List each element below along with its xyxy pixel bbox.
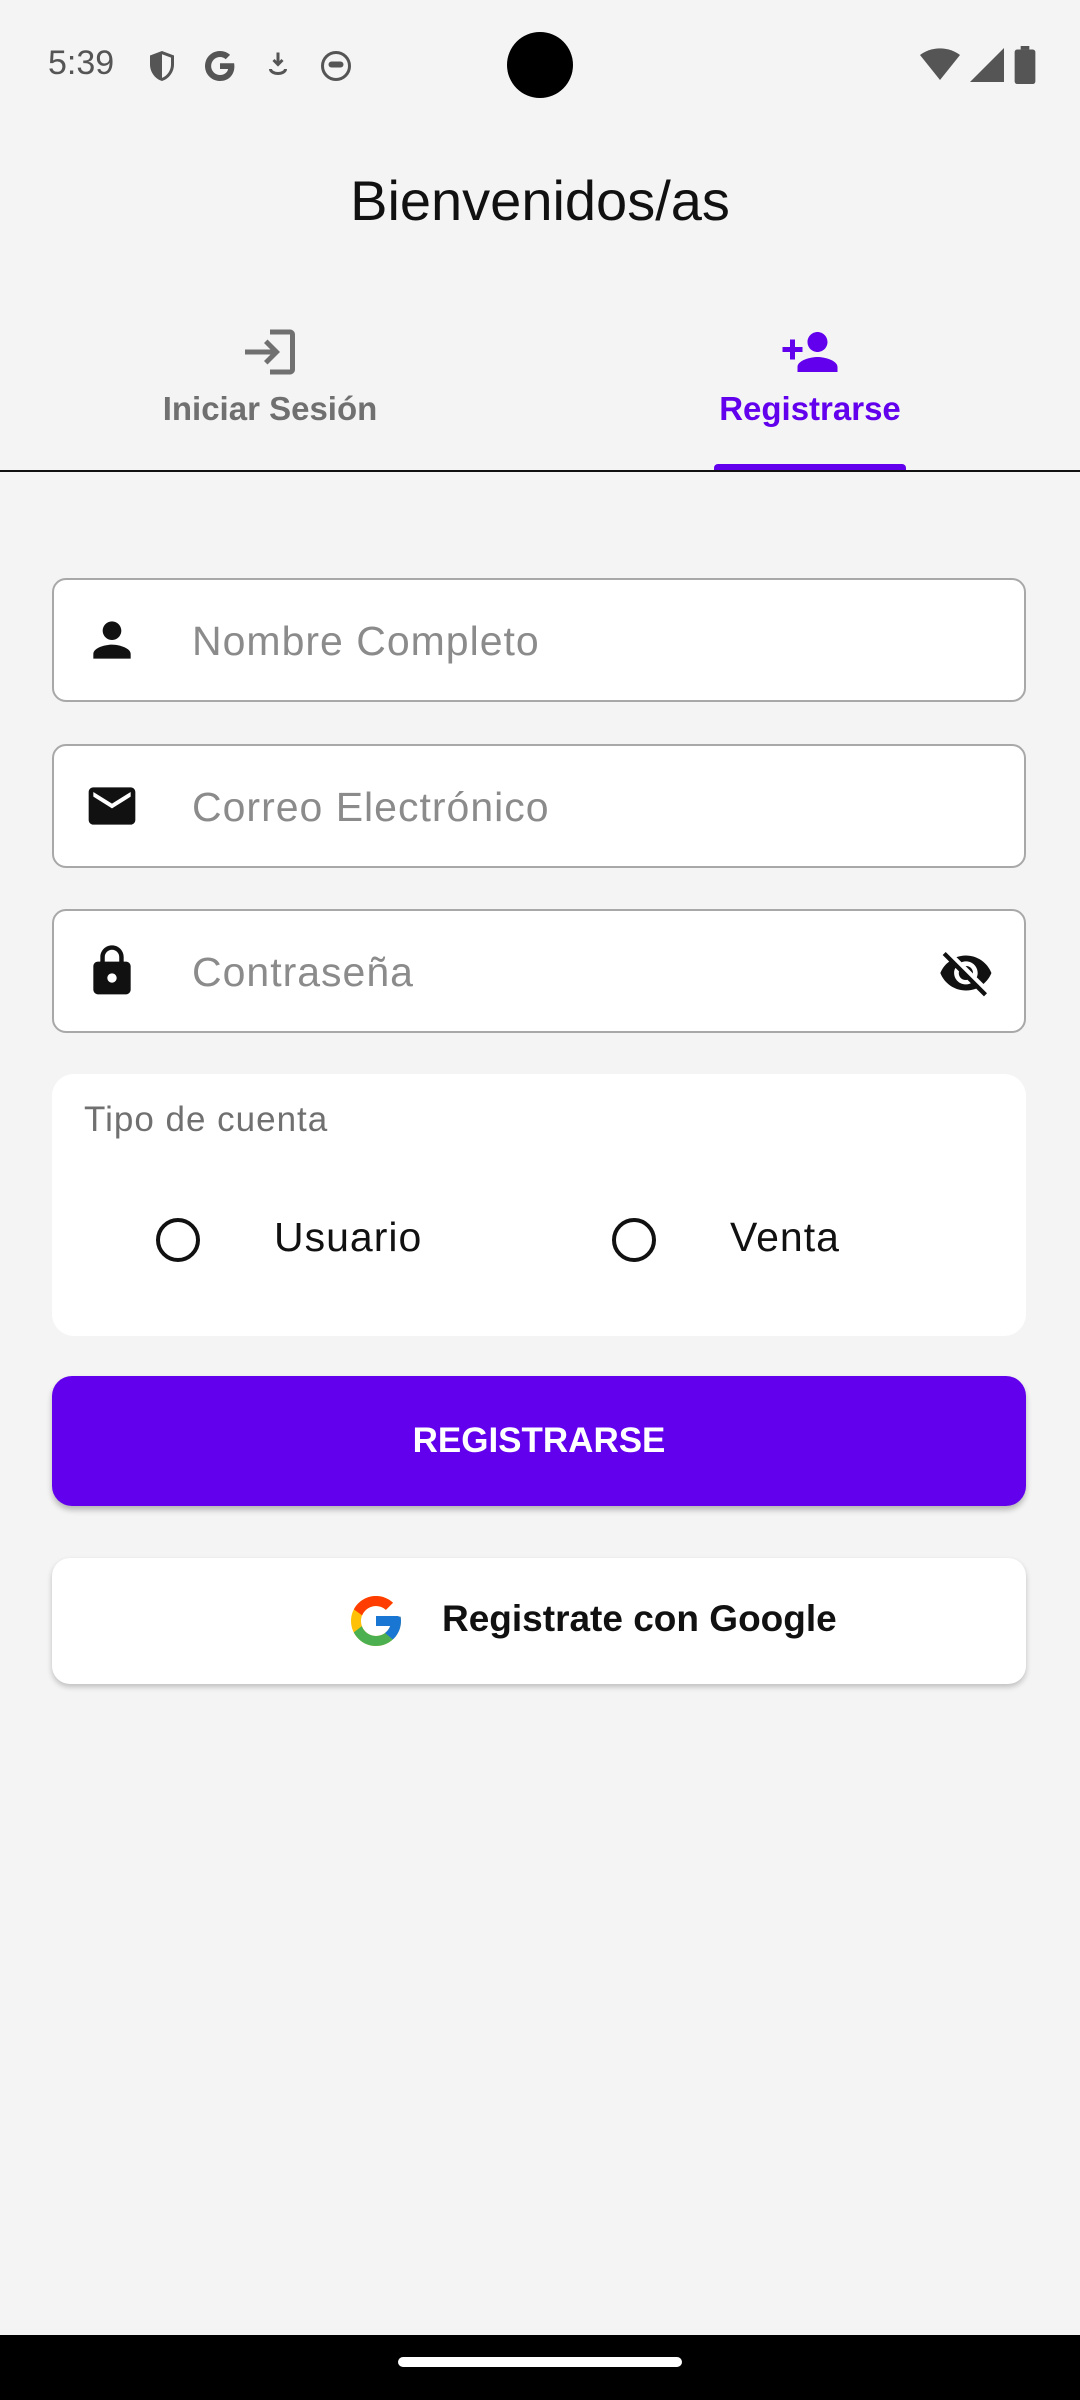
home-gesture-handle[interactable] [398,2357,682,2367]
account-type-label: Tipo de cuenta [84,1100,329,1139]
system-status-icons [920,46,1036,84]
tab-login-label: Iniciar Sesión [162,390,378,427]
radio-usuario-label[interactable]: Usuario [274,1214,422,1261]
camera-cutout [507,32,573,98]
status-bar: 5:39 [0,0,1080,132]
tab-login[interactable]: Iniciar Sesión [0,310,540,472]
auth-tabs: Iniciar Sesión Registrarse [0,310,1080,472]
navigation-bar [0,2335,1080,2400]
download-icon [269,52,287,75]
email-input[interactable] [190,746,954,868]
register-button[interactable]: REGISTRARSE [52,1376,1026,1506]
face-icon [321,51,351,81]
tab-register[interactable]: Registrarse [540,310,1080,472]
tabs-divider [0,470,1080,472]
google-icon [205,51,235,81]
password-input[interactable] [190,911,954,1033]
email-field[interactable] [52,744,1026,868]
google-register-button[interactable]: Registrate con Google [52,1558,1026,1684]
google-logo-icon [351,1596,401,1646]
account-type-card: Tipo de cuenta Usuario Venta [52,1074,1026,1336]
battery-icon [1014,46,1036,84]
status-time: 5:39 [48,44,115,82]
full-name-input[interactable] [190,580,954,702]
radio-venta-label[interactable]: Venta [730,1214,840,1261]
shield-icon [150,51,174,81]
mail-icon [88,787,136,825]
tab-register-label: Registrarse [719,390,901,427]
person-add-icon [782,332,838,372]
login-icon [245,329,295,375]
radio-usuario[interactable] [156,1218,200,1262]
signal-icon [970,48,1004,82]
password-field[interactable] [52,909,1026,1033]
full-name-field[interactable] [52,578,1026,702]
page-title: Bienvenidos/as [350,169,730,232]
eye-off-icon[interactable] [936,945,996,1001]
wifi-icon [920,48,960,80]
person-icon [93,621,131,659]
lock-icon [93,945,131,995]
google-register-label: Registrate con Google [442,1598,837,1639]
notification-icons [144,48,354,84]
radio-venta[interactable] [612,1218,656,1262]
